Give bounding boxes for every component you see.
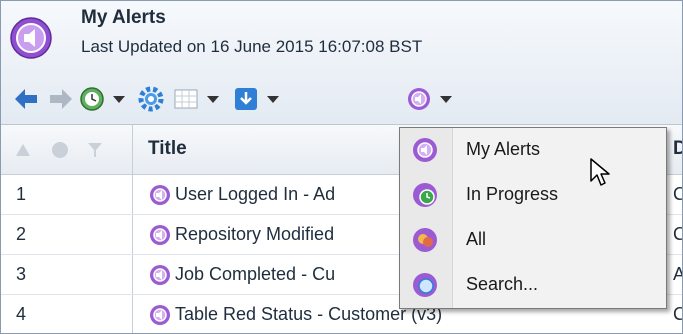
column-header-next[interactable]: D [673,138,682,160]
chevron-down-icon [207,95,219,103]
forward-arrow-icon [50,89,72,109]
alerts-window: My Alerts Last Updated on 16 June 2015 1… [0,0,683,334]
status-dot-icon[interactable] [51,141,69,159]
back-arrow-icon [15,89,37,109]
settings-button[interactable] [138,85,164,113]
last-updated-text: Last Updated on 16 June 2015 16:07:08 BS… [81,37,423,56]
search-alerts-icon [413,273,437,297]
chevron-down-icon [267,95,279,103]
menu-item-my-alerts[interactable]: My Alerts [400,128,666,172]
alert-icon [150,305,170,325]
column-header-title[interactable]: Title [148,138,187,160]
menu-item-all[interactable]: All [400,218,666,262]
row-next-cell: C [673,304,682,325]
all-alerts-icon [413,228,437,252]
chevron-down-icon [113,95,125,103]
row-title: User Logged In - Ad [175,184,336,204]
chevron-down-icon [440,95,452,103]
in-progress-icon [413,183,437,207]
menu-item-label: Search... [466,274,539,294]
page-title: My Alerts [81,7,166,28]
grid-icon [174,89,198,109]
menu-item-label: All [466,229,487,249]
row-next-cell: C [673,184,682,205]
forward-button[interactable] [48,85,74,113]
row-number: 1 [16,184,27,204]
download-icon [235,88,257,110]
row-next-cell: C [673,224,682,245]
menu-item-label: In Progress [466,184,559,204]
menu-item-in-progress[interactable]: In Progress [400,173,666,217]
column-separator [132,255,133,294]
alert-icon [150,225,170,245]
clock-globe-icon [80,87,104,111]
menu-item-search[interactable]: Search... [400,263,666,307]
row-title: Job Completed - Cu [175,264,336,284]
column-separator [132,175,133,214]
toolbar [1,77,682,121]
alerts-filter-menu: My Alerts In Progress All Search... [399,127,667,309]
column-separator [132,215,133,254]
row-number: 3 [16,264,27,284]
alerts-filter-dropdown[interactable] [406,85,452,113]
alerts-icon [408,88,430,110]
alerts-app-icon [10,17,52,59]
filter-icon[interactable] [87,141,103,159]
row-number: 4 [16,304,27,324]
row-number: 2 [16,224,27,244]
column-separator [132,295,133,333]
export-dropdown[interactable] [233,85,279,113]
back-button[interactable] [13,85,39,113]
row-title: Repository Modified [175,224,335,244]
columns-dropdown[interactable] [173,85,219,113]
mouse-cursor-icon [590,158,610,186]
status-columns-header [1,125,133,174]
alert-icon [150,265,170,285]
gear-icon [138,86,164,112]
alert-icon [150,185,170,205]
header: My Alerts Last Updated on 16 June 2015 1… [1,1,682,125]
alert-icon [413,138,437,162]
sort-up-icon[interactable] [15,143,31,157]
row-next-cell: A [673,264,682,285]
menu-item-label: My Alerts [466,139,541,159]
history-dropdown[interactable] [79,85,125,113]
